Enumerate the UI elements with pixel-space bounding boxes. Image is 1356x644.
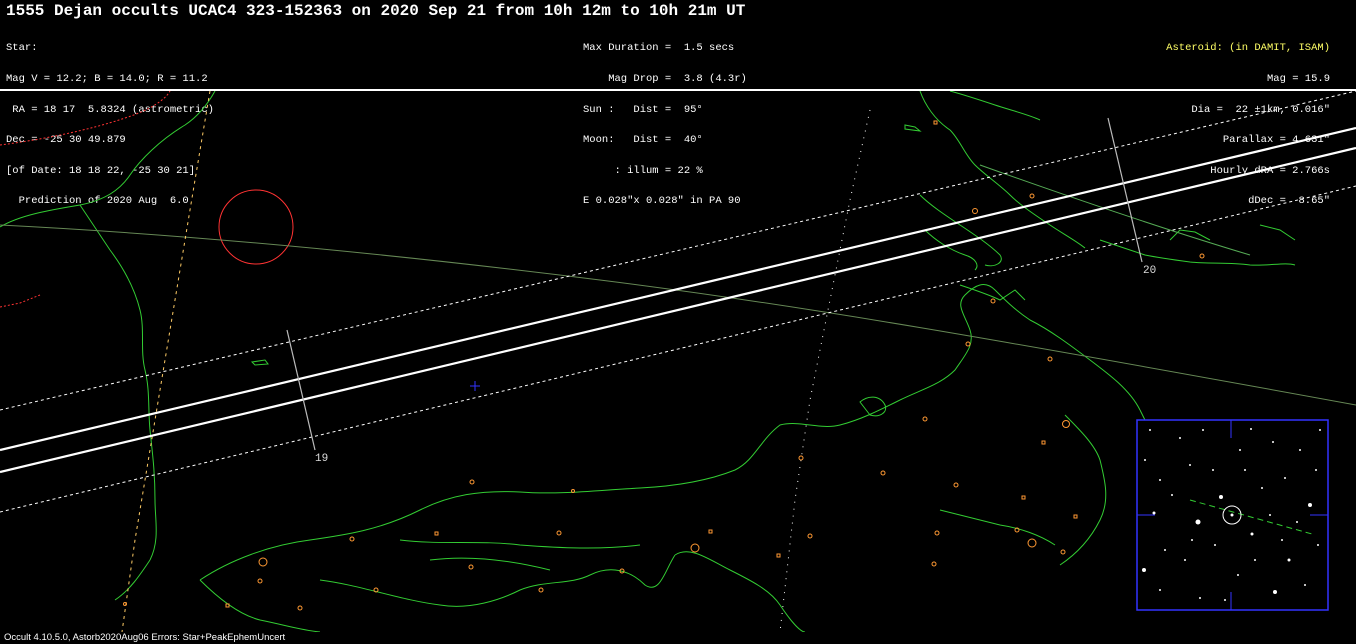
footer-status: Occult 4.10.5.0, Astorb2020Aug06 Errors:…	[4, 632, 286, 643]
page-title: 1555 Dejan occults UCAC4 323-152363 on 2…	[6, 2, 746, 20]
event-info-line: Max Duration = 1.5 secs	[583, 42, 735, 55]
event-info-line: Mag Drop = 3.8 (4.3r)	[583, 73, 747, 86]
star-info-line: Star:	[6, 42, 38, 55]
blue-plus-icon	[470, 381, 480, 391]
occultation-map: 19 20	[0, 91, 1356, 632]
time-tick-label: 19	[315, 453, 328, 465]
coastlines	[0, 91, 1296, 632]
night-limit-line	[121, 91, 211, 632]
star-chart-inset	[1136, 419, 1329, 611]
asteroid-heading: Asteroid: (in DAMIT, ISAM)	[1166, 42, 1330, 55]
star-info-line: Mag V = 12.2; B = 14.0; R = 11.2	[6, 73, 208, 86]
city-markers	[123, 120, 1205, 611]
sun-position-circle	[218, 189, 294, 265]
time-tick-label: 20	[1143, 265, 1156, 277]
ecliptic-line	[0, 224, 1356, 406]
twilight-boundary-left	[0, 294, 41, 308]
time-tick	[286, 329, 316, 451]
path-outer-limit-north	[0, 91, 1356, 411]
sunrise-limit-line	[779, 109, 871, 632]
time-tick	[1107, 117, 1143, 263]
twilight-boundary	[0, 91, 171, 146]
path-limit-north	[0, 126, 1356, 452]
asteroid-info-line: Mag = 15.9	[1266, 73, 1330, 86]
horizon-line	[979, 164, 1251, 256]
